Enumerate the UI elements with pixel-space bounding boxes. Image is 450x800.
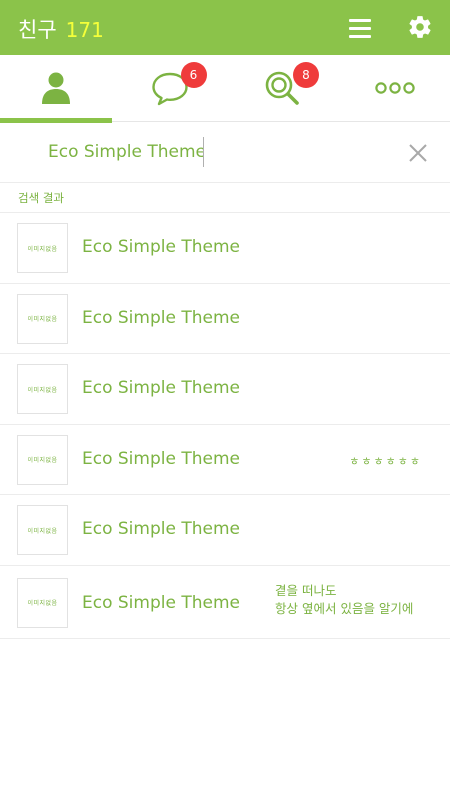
list-item[interactable]: 이미지없음 Eco Simple Theme [0,284,450,354]
search-input[interactable] [48,137,204,167]
item-title: Eco Simple Theme [82,237,240,257]
thumbnail-label: 이미지없음 [27,386,58,394]
item-title: Eco Simple Theme [82,307,240,328]
item-title: Eco Simple Theme [82,448,240,469]
item-status: ㅎㅎㅎㅎㅎㅎ [349,454,422,468]
tab-search[interactable]: 8 [225,55,338,122]
theme-thumbnail: 이미지없음 [17,577,68,628]
item-title: Eco Simple Theme [82,519,240,539]
list-item[interactable]: 이미지없음 Eco Simple Theme ㅎㅎㅎㅎㅎㅎ [0,425,450,495]
theme-thumbnail: 이미지없음 [17,293,68,344]
tab-friends[interactable] [0,55,113,123]
theme-thumbnail: 이미지없음 [17,223,68,273]
thumbnail-label: 이미지없음 [27,245,58,253]
page-title: 친구 [18,18,57,42]
person-icon [42,72,70,104]
result-list: 이미지없음 Eco Simple Theme 이미지없음 Eco Simple … [0,213,450,639]
item-status: 곁을 떠나도 항상 옆에서 있음을 알기에 [275,582,414,616]
tab-more[interactable] [338,55,450,122]
search-bar [0,123,450,183]
thumbnail-label: 이미지없음 [27,527,58,535]
theme-thumbnail: 이미지없음 [17,364,68,414]
app-header: 친구 171 [0,0,450,55]
chats-badge: 6 [180,62,207,88]
search-results-label: 검색 결과 [18,191,64,205]
header-title: 친구 171 [18,14,104,44]
list-item[interactable]: 이미지없음 Eco Simple Theme [0,213,450,284]
search-badge: 8 [293,62,319,88]
theme-thumbnail: 이미지없음 [17,505,68,555]
list-item[interactable]: 이미지없음 Eco Simple Theme 곁을 떠나도 항상 옆에서 있음을… [0,566,450,639]
thumbnail-label: 이미지없음 [27,600,58,607]
tab-chats[interactable]: 6 [113,55,226,122]
list-item[interactable]: 이미지없음 Eco Simple Theme [0,495,450,566]
list-item[interactable]: 이미지없음 Eco Simple Theme [0,354,450,425]
menu-icon[interactable] [349,17,371,39]
thumbnail-label: 이미지없음 [27,316,58,323]
theme-thumbnail: 이미지없음 [17,434,68,485]
thumbnail-label: 이미지없음 [27,457,58,464]
friend-count: 171 [65,18,104,42]
item-title: Eco Simple Theme [82,592,240,613]
item-title: Eco Simple Theme [82,378,240,398]
close-icon[interactable] [407,142,429,164]
gear-icon[interactable] [407,14,433,40]
more-icon [374,82,415,94]
tab-bar: 6 8 [0,55,450,123]
